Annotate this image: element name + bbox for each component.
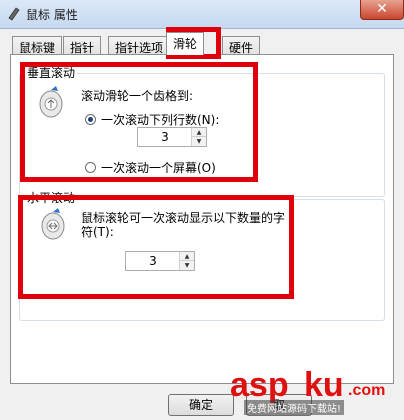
tab-pointers[interactable]: 指针 <box>63 36 102 55</box>
window-title: 鼠标 属性 <box>26 8 78 22</box>
chars-spinner-arrows[interactable]: ▲ ▼ <box>179 252 194 270</box>
radio-scroll-lines[interactable] <box>85 114 96 125</box>
radio-scroll-lines-label: 一次滚动下列行数(N): <box>101 113 220 127</box>
tab-hardware[interactable]: 硬件 <box>222 36 261 55</box>
tab-mouse-buttons[interactable]: 鼠标键 <box>12 36 63 55</box>
radio-scroll-screen-label: 一次滚动一个屏幕(O) <box>101 161 216 175</box>
spin-up-icon[interactable]: ▲ <box>192 128 206 137</box>
spin-up-icon[interactable]: ▲ <box>180 252 194 261</box>
close-button[interactable]: ✕ <box>360 0 404 20</box>
title-bar: 鼠标 属性 ✕ <box>0 0 404 29</box>
watermark-subtitle: 免费网站源码下载站! <box>244 400 345 415</box>
spin-down-icon[interactable]: ▼ <box>192 137 206 146</box>
vertical-caption: 滚动滑轮一个齿格到: <box>81 89 194 103</box>
watermark-brand-suffix: .com <box>348 382 386 399</box>
chars-spinner[interactable]: 3 ▲ ▼ <box>125 251 195 271</box>
vertical-group-title: 垂直滚动 <box>25 64 78 81</box>
close-icon: ✕ <box>376 1 388 17</box>
scroll-wheel-icon <box>39 86 63 118</box>
spin-down-icon[interactable]: ▼ <box>180 261 194 270</box>
tab-wheel[interactable]: 滑轮 <box>166 32 205 55</box>
horizontal-group-title: 水平滚动 <box>25 189 78 206</box>
tab-strip: 鼠标键 指针 指针选项 滑轮 硬件 <box>0 30 404 55</box>
lines-spinner-arrows[interactable]: ▲ ▼ <box>191 128 206 146</box>
scroll-wheel-horizontal-icon <box>41 208 65 240</box>
lines-spinner[interactable]: 3 ▲ ▼ <box>137 127 207 147</box>
radio-scroll-screen[interactable] <box>85 162 96 173</box>
wheel-panel: 垂直滚动 滚动滑轮一个齿格到: 一次滚动下列行数(N): 3 ▲ ▼ 一次滚动一… <box>10 54 394 384</box>
lines-value: 3 <box>161 130 169 144</box>
ok-button[interactable]: 确定 <box>168 394 234 416</box>
horizontal-caption-line2: 符(T): <box>81 225 114 239</box>
tab-pointer-options[interactable]: 指针选项 <box>108 36 171 55</box>
chars-value: 3 <box>149 254 157 268</box>
watermark: asp ku .com 免费网站源码下载站! <box>230 366 400 415</box>
mouse-title-icon <box>8 7 20 21</box>
